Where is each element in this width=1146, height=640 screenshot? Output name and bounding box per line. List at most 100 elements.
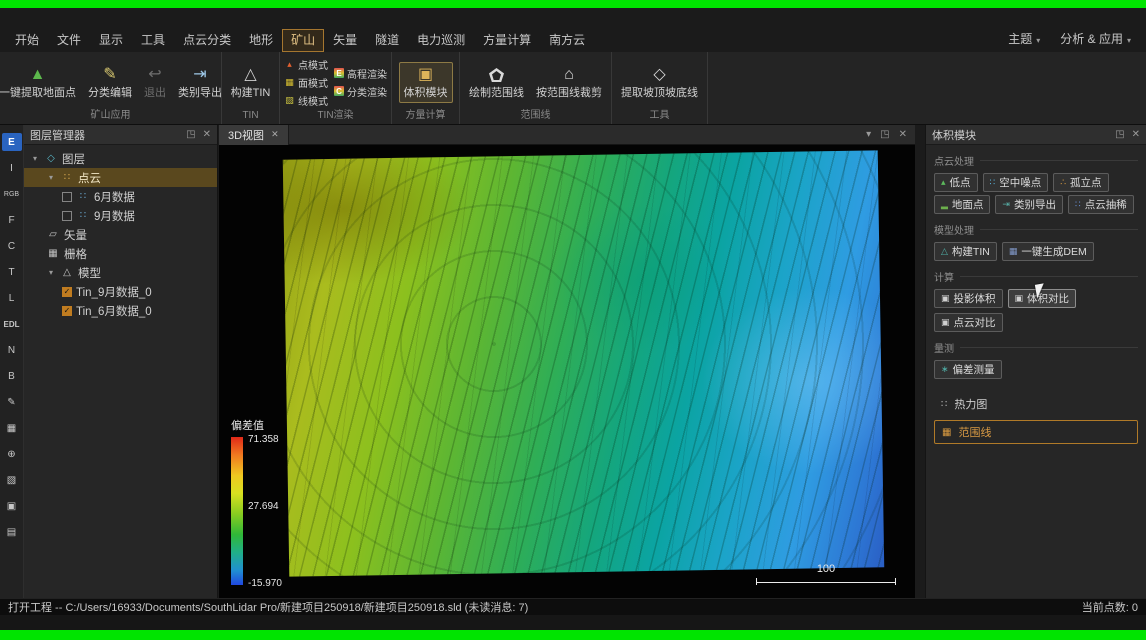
edl-icon[interactable]: EDL — [2, 315, 22, 333]
menu-item-tools[interactable]: 工具 — [132, 29, 174, 52]
tree-node-vector[interactable]: ▱ 矢量 — [24, 225, 217, 244]
tree-node-tin-june[interactable]: ✓ Tin_6月数据_0 — [24, 301, 217, 320]
isolated-points-button[interactable]: ∴孤立点 — [1053, 173, 1108, 192]
rgb-icon[interactable]: RGB — [2, 185, 22, 203]
category-export-button[interactable]: ⇥ 类别导出 — [173, 62, 227, 103]
tree-node-june-data[interactable]: ∷ 6月数据 — [24, 187, 217, 206]
category-export-button[interactable]: ⇥类别导出 — [995, 195, 1063, 214]
menu-item-terrain[interactable]: 地形 — [240, 29, 282, 52]
checkbox-checked[interactable]: ✓ — [62, 287, 72, 297]
tree-node-model[interactable]: ▾ △ 模型 — [24, 263, 217, 282]
intensity-icon[interactable]: I — [2, 159, 22, 177]
extract-ground-points-button[interactable]: ▲ 一键提取地面点 — [0, 62, 81, 103]
tab-close-icon[interactable]: ✕ — [271, 129, 279, 140]
build-tin-button[interactable]: △ 构建TIN — [226, 62, 276, 103]
f-icon[interactable]: F — [2, 211, 22, 229]
n-icon[interactable]: N — [2, 341, 22, 359]
b-icon[interactable]: B — [2, 367, 22, 385]
tree-node-raster[interactable]: ▦ 栅格 — [24, 244, 217, 263]
volume-module-button[interactable]: ▣ 体积模块 — [399, 62, 453, 103]
section-measurement: 量测 — [934, 340, 1138, 355]
pencil-icon: ✎ — [103, 65, 116, 86]
close-panel-icon[interactable]: ✕ — [203, 129, 211, 140]
heatmap-item[interactable]: ∷ 热力图 — [934, 393, 1138, 415]
pointcloud-compare-button[interactable]: ▣点云对比 — [934, 313, 1003, 332]
expander-icon[interactable]: ▾ — [30, 154, 40, 163]
checkbox-checked[interactable]: ✓ — [62, 306, 72, 316]
menu-item-tunnel[interactable]: 隧道 — [366, 29, 408, 52]
cube-icon: ▣ — [941, 293, 950, 304]
line-mode-button[interactable]: ▨线模式 — [282, 92, 330, 109]
menu-item-start[interactable]: 开始 — [6, 29, 48, 52]
menu-item-mining[interactable]: 矿山 — [282, 29, 324, 52]
label: 点云抽稀 — [1085, 197, 1127, 212]
deviation-measure-button[interactable]: ∗偏差测量 — [934, 360, 1002, 379]
close-panel-icon[interactable]: ✕ — [1132, 129, 1140, 140]
float-panel-icon[interactable]: ◳ — [1115, 129, 1124, 140]
ribbon-group-label-tin-render: TIN渲染 — [280, 109, 391, 124]
button-row: △构建TIN ▦一键生成DEM — [934, 242, 1138, 261]
edl-e-icon[interactable]: E — [2, 133, 22, 151]
tab-list-icon[interactable]: ▾ — [866, 129, 871, 140]
rangeline-item[interactable]: ▦ 范围线 — [934, 420, 1138, 444]
volume-module-panel: 体积模块 ◳ ✕ 点云处理 ▴低点 ∷空中噪点 ∴孤立点 ▂地面点 ⇥类别导出 … — [925, 125, 1146, 598]
clip-by-range-line-button[interactable]: ⌂ 按范围线裁剪 — [531, 62, 607, 103]
float-view-icon[interactable]: ◳ — [880, 129, 889, 140]
float-panel-icon[interactable]: ◳ — [186, 129, 195, 140]
tree-node-tin-september[interactable]: ✓ Tin_9月数据_0 — [24, 282, 217, 301]
pan-hand-icon[interactable]: ⊕ — [2, 445, 22, 463]
layers-icon: ◇ — [44, 153, 58, 164]
air-noise-button[interactable]: ∷空中噪点 — [983, 173, 1049, 192]
box-select-icon[interactable]: ▧ — [2, 471, 22, 489]
menu-item-display[interactable]: 显示 — [90, 29, 132, 52]
face-mode-button[interactable]: ▦面模式 — [282, 74, 330, 91]
menu-item-file[interactable]: 文件 — [48, 29, 90, 52]
tree-node-pointcloud[interactable]: ▾ ∷ 点云 — [24, 168, 217, 187]
extract-slope-lines-button[interactable]: ◇ 提取坡顶坡底线 — [616, 62, 703, 103]
low-points-button[interactable]: ▴低点 — [934, 173, 978, 192]
class-render-button[interactable]: C分类渲染 — [332, 83, 389, 100]
layers-view-icon[interactable]: ▤ — [2, 523, 22, 541]
tin-icon: △ — [941, 246, 948, 257]
label: 投影体积 — [954, 291, 996, 306]
air-noise-icon: ∷ — [990, 177, 996, 188]
thin-pointcloud-button[interactable]: ∷点云抽稀 — [1068, 195, 1134, 214]
menu-item-pointcloud-classify[interactable]: 点云分类 — [174, 29, 240, 52]
menu-item-vector[interactable]: 矢量 — [324, 29, 366, 52]
elevation-render-button[interactable]: E高程渲染 — [332, 65, 389, 82]
theme-menu[interactable]: 主题▾ — [999, 28, 1049, 52]
label: 点模式 — [298, 57, 328, 72]
build-tin-button[interactable]: △构建TIN — [934, 242, 997, 261]
ground-points-button[interactable]: ▂地面点 — [934, 195, 990, 214]
node-label: 6月数据 — [94, 189, 135, 205]
projection-volume-button[interactable]: ▣ 投影体积 — [934, 289, 1003, 308]
brush-icon[interactable]: ✎ — [2, 393, 22, 411]
point-mode-button[interactable]: ▴点模式 — [282, 56, 330, 73]
expander-icon[interactable]: ▾ — [46, 173, 56, 182]
menu-item-south-cloud[interactable]: 南方云 — [540, 29, 594, 52]
layer-manager-titlebar[interactable]: 图层管理器 ◳ ✕ — [24, 125, 217, 145]
terrain-render[interactable] — [283, 150, 884, 576]
status-bar: 打开工程 -- C:/Users/16933/Documents/SouthLi… — [0, 598, 1146, 615]
t-icon[interactable]: T — [2, 263, 22, 281]
classify-edit-button[interactable]: ✎ 分类编辑 — [83, 62, 137, 103]
l-icon[interactable]: L — [2, 289, 22, 307]
tree-node-layers[interactable]: ▾ ◇ 图层 — [24, 149, 217, 168]
analysis-app-menu[interactable]: 分析 & 应用▾ — [1051, 28, 1140, 52]
grid-icon[interactable]: ▦ — [2, 419, 22, 437]
tab-3d-view[interactable]: 3D视图 ✕ — [219, 125, 289, 145]
menu-item-volume-calc[interactable]: 方量计算 — [474, 29, 540, 52]
3d-viewport[interactable]: 偏差值 71.358 27.694 -15.970 100 — [219, 145, 915, 598]
tree-node-september-data[interactable]: ∷ 9月数据 — [24, 206, 217, 225]
expander-icon[interactable]: ▾ — [46, 268, 56, 277]
checkbox-unchecked[interactable] — [62, 192, 72, 202]
volume-module-titlebar[interactable]: 体积模块 ◳ ✕ — [926, 125, 1146, 145]
c-icon[interactable]: C — [2, 237, 22, 255]
close-view-icon[interactable]: ✕ — [899, 129, 907, 140]
label: 面模式 — [298, 75, 328, 90]
generate-dem-button[interactable]: ▦一键生成DEM — [1002, 242, 1094, 261]
cube-view-icon[interactable]: ▣ — [2, 497, 22, 515]
draw-range-line-button[interactable]: 绘制范围线 — [464, 62, 529, 103]
checkbox-unchecked[interactable] — [62, 211, 72, 221]
menu-item-power-survey[interactable]: 电力巡测 — [408, 29, 474, 52]
